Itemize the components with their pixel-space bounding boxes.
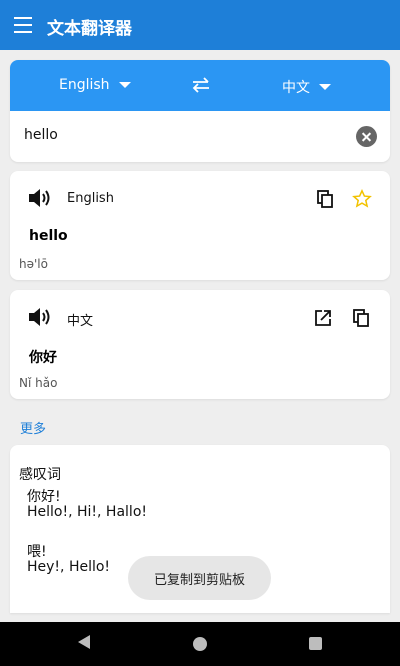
more-link[interactable]: 更多 bbox=[20, 418, 46, 437]
source-language-label: English bbox=[59, 77, 110, 93]
star-icon[interactable] bbox=[352, 189, 372, 209]
target-language-label: 中文 bbox=[282, 80, 310, 96]
part-of-speech: 感叹词 bbox=[19, 467, 61, 483]
chevron-down-icon bbox=[319, 84, 331, 90]
dictionary-translations: Hello!, Hi!, Hallo! bbox=[27, 504, 147, 520]
dictionary-translations: Hey!, Hello! bbox=[27, 559, 111, 575]
target-text: 你好 bbox=[29, 350, 57, 366]
speaker-icon[interactable] bbox=[27, 187, 53, 209]
target-phonetic: Nǐ hǎo bbox=[19, 376, 58, 390]
target-result-card: 中文 你好 Nǐ hǎo bbox=[10, 290, 390, 399]
target-language-dropdown[interactable]: 中文 bbox=[282, 77, 331, 97]
dictionary-word: 你好! bbox=[27, 489, 61, 505]
speaker-icon[interactable] bbox=[27, 306, 53, 328]
dictionary-word: 喂! bbox=[27, 544, 47, 560]
back-icon[interactable] bbox=[78, 635, 90, 649]
chevron-down-icon bbox=[118, 82, 131, 88]
input-row bbox=[10, 111, 390, 162]
source-result-card: English hello hə'lō bbox=[10, 171, 390, 280]
menu-icon[interactable] bbox=[14, 17, 32, 33]
target-language-name: 中文 bbox=[67, 314, 94, 329]
toast-message: 已复制到剪贴板 bbox=[128, 556, 271, 600]
recent-apps-icon[interactable] bbox=[309, 637, 322, 650]
source-phonetic: hə'lō bbox=[19, 257, 48, 271]
copy-icon[interactable] bbox=[316, 189, 336, 209]
source-language-dropdown[interactable]: English bbox=[59, 77, 131, 93]
copy-icon[interactable] bbox=[352, 308, 372, 328]
source-text: hello bbox=[29, 228, 68, 244]
translation-input-card: English 中文 bbox=[10, 60, 390, 162]
app-title: 文本翻译器 bbox=[47, 19, 132, 39]
swap-icon[interactable] bbox=[192, 77, 210, 93]
source-text-input[interactable] bbox=[24, 127, 344, 143]
language-selector-bar: English 中文 bbox=[10, 60, 390, 111]
clear-icon[interactable] bbox=[356, 126, 377, 147]
home-icon[interactable] bbox=[193, 637, 207, 651]
open-external-icon[interactable] bbox=[313, 308, 333, 328]
app-bar: 文本翻译器 bbox=[0, 0, 400, 50]
source-language-name: English bbox=[67, 191, 114, 206]
